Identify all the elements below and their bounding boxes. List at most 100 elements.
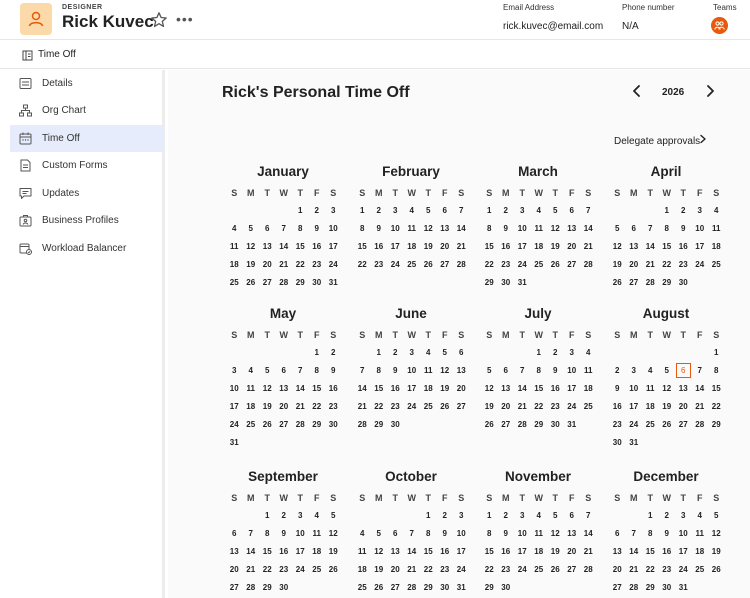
calendar-day[interactable]: 30 <box>498 278 515 287</box>
calendar-day[interactable]: 3 <box>453 511 470 520</box>
calendar-day[interactable]: 17 <box>514 242 531 251</box>
calendar-day[interactable]: 19 <box>325 547 342 556</box>
calendar-day[interactable]: 19 <box>547 242 564 251</box>
calendar-day[interactable]: 27 <box>675 420 692 429</box>
avatar[interactable] <box>20 3 52 35</box>
calendar-day[interactable]: 4 <box>420 348 437 357</box>
calendar-day[interactable]: 23 <box>659 565 676 574</box>
email-value[interactable]: rick.kuvec@email.com <box>503 21 603 32</box>
calendar-day[interactable]: 30 <box>325 420 342 429</box>
calendar-day[interactable]: 5 <box>243 224 260 233</box>
sidebar-item-workload-balancer[interactable]: Workload Balancer <box>10 235 164 262</box>
calendar-day[interactable]: 20 <box>387 565 404 574</box>
calendar-day[interactable]: 25 <box>420 402 437 411</box>
calendar-day[interactable]: 31 <box>564 420 581 429</box>
calendar-day[interactable]: 20 <box>498 402 515 411</box>
calendar-day[interactable]: 10 <box>325 224 342 233</box>
calendar-day[interactable]: 22 <box>292 260 309 269</box>
calendar-day[interactable]: 29 <box>531 420 548 429</box>
calendar-day[interactable]: 10 <box>564 366 581 375</box>
calendar-day[interactable]: 31 <box>626 438 643 447</box>
calendar-day[interactable]: 16 <box>371 242 388 251</box>
calendar-day[interactable]: 4 <box>243 366 260 375</box>
calendar-day[interactable]: 16 <box>547 384 564 393</box>
calendar-day[interactable]: 6 <box>498 366 515 375</box>
sidebar-item-custom-forms[interactable]: Custom Forms <box>10 152 164 179</box>
calendar-day[interactable]: 21 <box>580 547 597 556</box>
calendar-day[interactable]: 2 <box>609 366 626 375</box>
calendar-day[interactable]: 28 <box>692 420 709 429</box>
calendar-day[interactable]: 10 <box>514 224 531 233</box>
calendar-day[interactable]: 12 <box>243 242 260 251</box>
calendar-day[interactable]: 30 <box>609 438 626 447</box>
calendar-day[interactable]: 7 <box>354 366 371 375</box>
calendar-day[interactable]: 14 <box>276 242 293 251</box>
calendar-day[interactable]: 8 <box>642 529 659 538</box>
calendar-day[interactable]: 11 <box>642 384 659 393</box>
calendar-day[interactable]: 26 <box>659 420 676 429</box>
calendar-day[interactable]: 13 <box>498 384 515 393</box>
calendar-day[interactable]: 4 <box>531 206 548 215</box>
calendar-day[interactable]: 18 <box>404 242 421 251</box>
calendar-day[interactable]: 13 <box>276 384 293 393</box>
calendar-day[interactable]: 3 <box>387 206 404 215</box>
calendar-day[interactable]: 29 <box>481 278 498 287</box>
calendar-day[interactable]: 21 <box>276 260 293 269</box>
calendar-day[interactable]: 3 <box>226 366 243 375</box>
calendar-day[interactable]: 6 <box>387 529 404 538</box>
calendar-day[interactable]: 25 <box>226 278 243 287</box>
chevron-right-icon[interactable] <box>699 134 707 144</box>
calendar-day[interactable]: 1 <box>259 511 276 520</box>
calendar-day[interactable]: 7 <box>580 511 597 520</box>
calendar-day[interactable]: 29 <box>642 583 659 592</box>
calendar-day[interactable]: 20 <box>609 565 626 574</box>
calendar-day[interactable]: 5 <box>371 529 388 538</box>
calendar-day[interactable]: 17 <box>387 242 404 251</box>
calendar-day[interactable]: 5 <box>325 511 342 520</box>
calendar-day[interactable]: 10 <box>675 529 692 538</box>
calendar-day[interactable]: 25 <box>642 420 659 429</box>
calendar-day[interactable]: 9 <box>387 366 404 375</box>
calendar-day[interactable]: 30 <box>309 278 326 287</box>
calendar-day[interactable]: 23 <box>309 260 326 269</box>
calendar-day[interactable]: 16 <box>437 547 454 556</box>
calendar-day[interactable]: 1 <box>481 511 498 520</box>
calendar-day[interactable]: 12 <box>420 224 437 233</box>
calendar-day[interactable]: 18 <box>642 402 659 411</box>
calendar-day[interactable]: 2 <box>325 348 342 357</box>
calendar-day[interactable]: 24 <box>453 565 470 574</box>
calendar-day[interactable]: 26 <box>325 565 342 574</box>
calendar-day[interactable]: 29 <box>292 278 309 287</box>
calendar-day[interactable]: 23 <box>498 260 515 269</box>
calendar-day[interactable]: 6 <box>259 224 276 233</box>
calendar-day[interactable]: 21 <box>626 565 643 574</box>
calendar-day[interactable]: 31 <box>226 438 243 447</box>
calendar-day[interactable]: 6 <box>564 511 581 520</box>
calendar-day[interactable]: 28 <box>514 420 531 429</box>
calendar-day[interactable]: 29 <box>708 420 725 429</box>
calendar-day[interactable]: 10 <box>292 529 309 538</box>
calendar-day[interactable]: 8 <box>531 366 548 375</box>
calendar-day[interactable]: 8 <box>659 224 676 233</box>
calendar-day[interactable]: 10 <box>453 529 470 538</box>
calendar-day[interactable]: 25 <box>404 260 421 269</box>
calendar-day[interactable]: 30 <box>659 583 676 592</box>
calendar-day[interactable]: 16 <box>609 402 626 411</box>
calendar-day[interactable]: 4 <box>309 511 326 520</box>
calendar-day-today[interactable]: 6 <box>675 366 692 375</box>
calendar-day[interactable]: 6 <box>437 206 454 215</box>
calendar-day[interactable]: 11 <box>580 366 597 375</box>
calendar-day[interactable]: 26 <box>420 260 437 269</box>
calendar-day[interactable]: 8 <box>420 529 437 538</box>
calendar-day[interactable]: 9 <box>437 529 454 538</box>
calendar-day[interactable]: 12 <box>437 366 454 375</box>
calendar-day[interactable]: 31 <box>453 583 470 592</box>
calendar-day[interactable]: 11 <box>708 224 725 233</box>
calendar-day[interactable]: 14 <box>514 384 531 393</box>
calendar-day[interactable]: 19 <box>609 260 626 269</box>
calendar-day[interactable]: 30 <box>675 278 692 287</box>
calendar-day[interactable]: 24 <box>325 260 342 269</box>
calendar-day[interactable]: 10 <box>404 366 421 375</box>
calendar-day[interactable]: 3 <box>675 511 692 520</box>
calendar-day[interactable]: 7 <box>580 206 597 215</box>
